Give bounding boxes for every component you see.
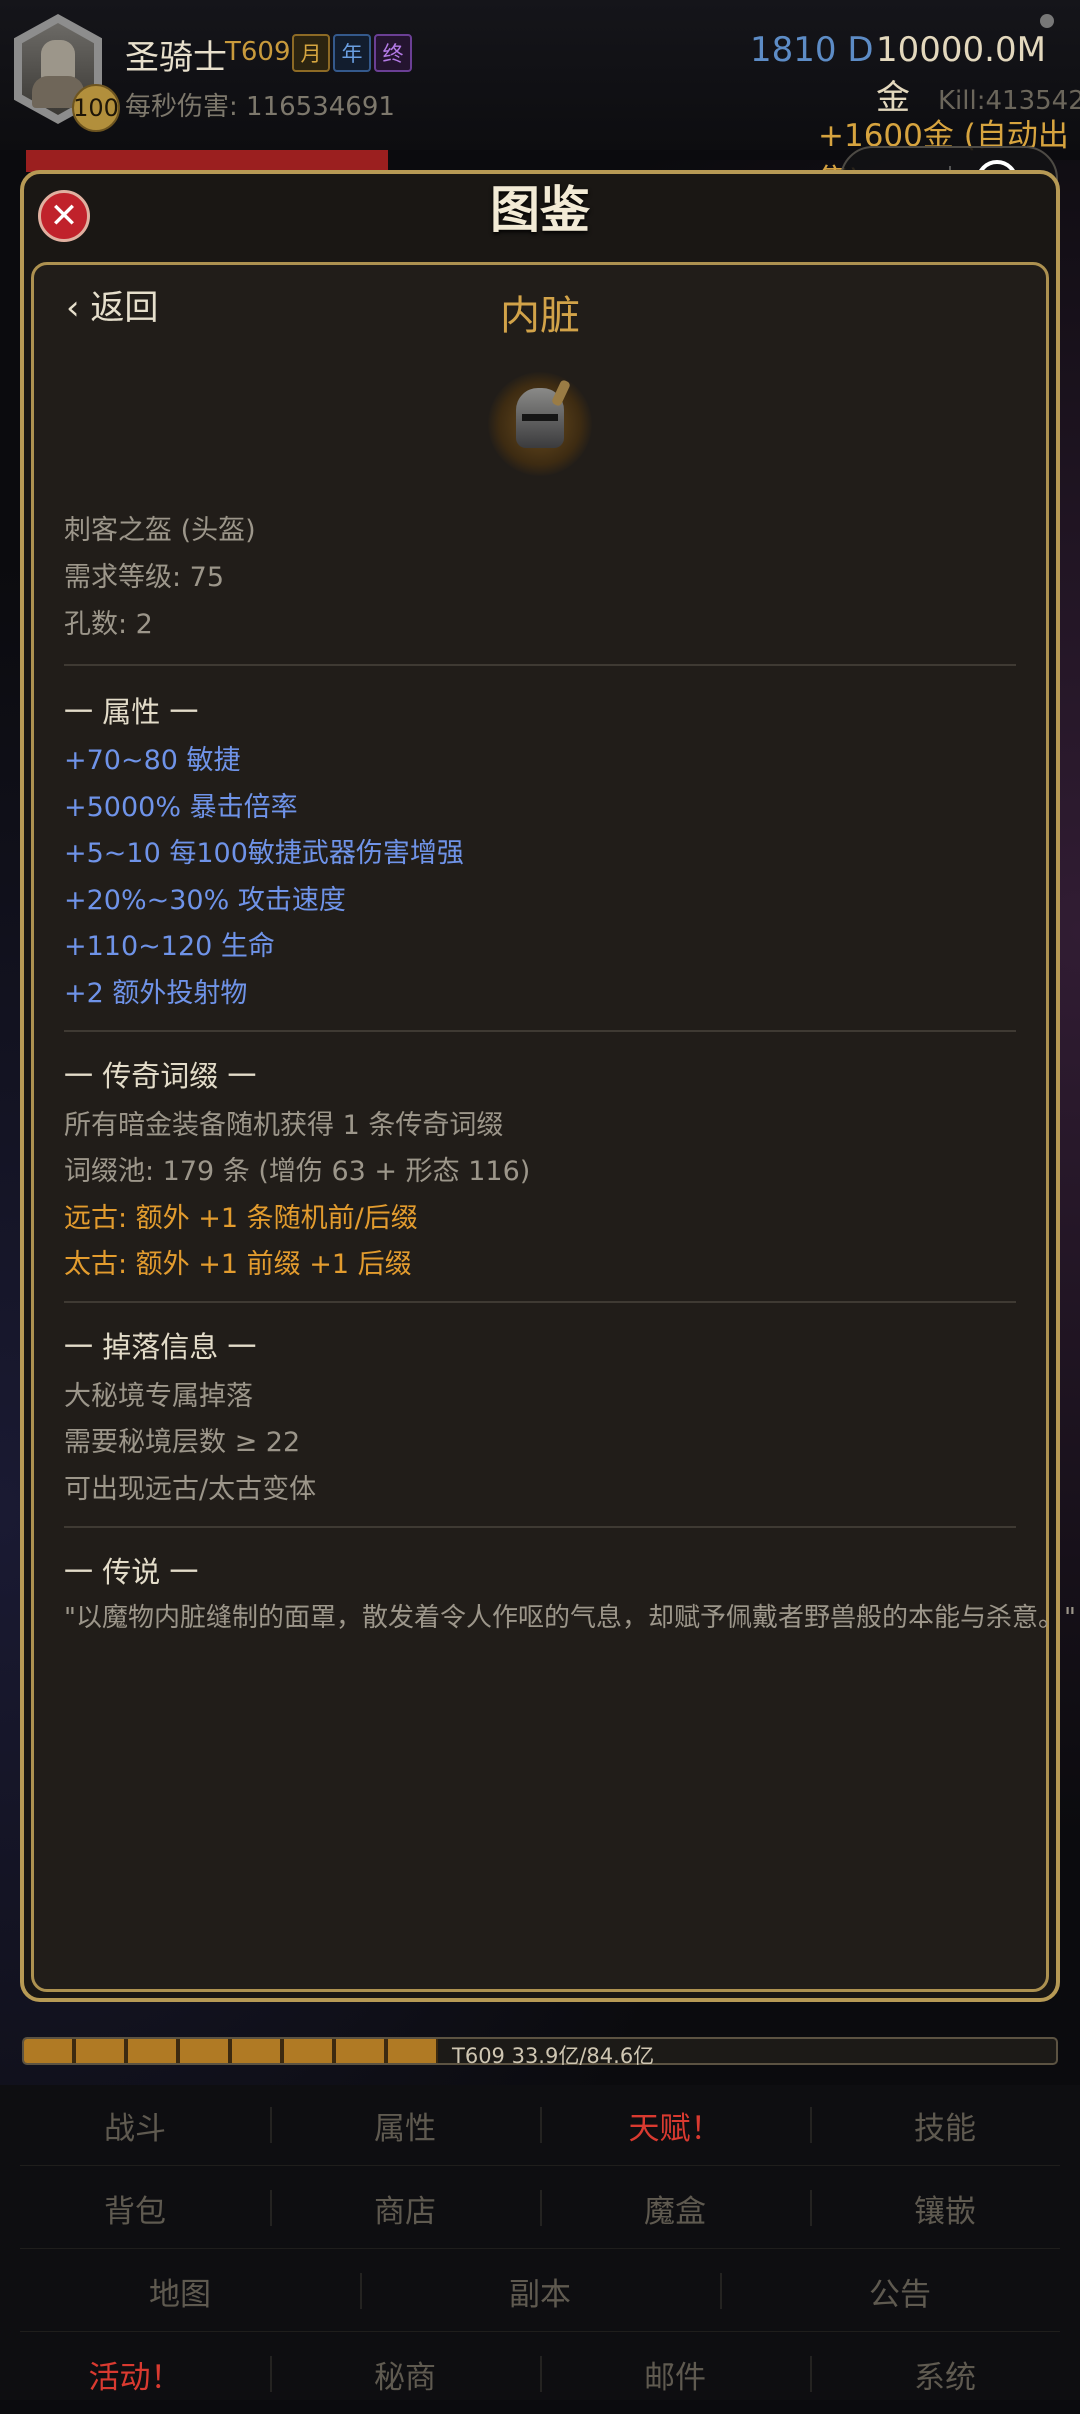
progress-label: T609 33.9亿/84.6亿 (452, 2044, 655, 2068)
drop-line: 大秘境专属掉落 (64, 1381, 253, 1412)
ancient-line: 远古: 额外 +1 条随机前/后缀 (64, 1203, 418, 1234)
nav-system[interactable]: 系统 (810, 2334, 1080, 2414)
nav-skills[interactable]: 技能 (810, 2085, 1080, 2165)
item-name: 内脏 (500, 293, 580, 339)
attribute-line: +2 额外投射物 (64, 978, 248, 1009)
divider (64, 1301, 1016, 1303)
legendary-line: 词缀池: 179 条 (增伤 63 + 形态 116) (64, 1156, 531, 1187)
nav-battle[interactable]: 战斗 (0, 2085, 270, 2165)
character-name: 圣骑士 (125, 38, 227, 78)
attribute-line: +5~10 每100敏捷武器伤害增强 (64, 838, 464, 869)
nav-events[interactable]: 活动！ (0, 2334, 270, 2414)
attribute-line: +110~120 生命 (64, 931, 275, 962)
lore-heading: 一 传说 一 (64, 1555, 199, 1589)
required-level: 需求等级: 75 (64, 562, 225, 593)
nav-row-2: 背包 商店 魔盒 镶嵌 (0, 2168, 1080, 2248)
modal-title: 图鉴 (490, 181, 590, 239)
dps-readout: 每秒伤害: 116534691 (125, 92, 395, 122)
helmet-visor (522, 414, 558, 421)
drop-heading: 一 掉落信息 一 (64, 1330, 257, 1364)
nav-row-1: 战斗 属性 天赋！ 技能 (0, 2085, 1080, 2165)
attribute-line: +5000% 暴击倍率 (64, 792, 298, 823)
nav-dungeon[interactable]: 副本 (360, 2251, 720, 2331)
nav-magic-box[interactable]: 魔盒 (540, 2168, 810, 2248)
background-hp-bar (26, 150, 388, 172)
year-tag: 年 (333, 34, 371, 72)
level-badge: 100 (72, 84, 120, 132)
nav-secret-shop[interactable]: 秘商 (270, 2334, 540, 2414)
legendary-heading: 一 传奇词缀 一 (64, 1059, 257, 1093)
legendary-line: 所有暗金装备随机获得 1 条传奇词缀 (64, 1110, 504, 1141)
month-tag: 月 (292, 34, 330, 72)
nav-row-divider (20, 2331, 1060, 2332)
attribute-line: +20%~30% 攻击速度 (64, 885, 346, 916)
d-currency: 1810 D (750, 30, 874, 70)
nav-bag[interactable]: 背包 (0, 2168, 270, 2248)
nav-row-divider (20, 2248, 1060, 2249)
item-type: 刺客之盔 (头盔) (64, 515, 256, 546)
primal-line: 太古: 额外 +1 前缀 +1 后缀 (64, 1249, 412, 1280)
attribute-line: +70~80 敏捷 (64, 745, 241, 776)
divider (64, 1030, 1016, 1032)
status-dot (1040, 14, 1054, 28)
divider (64, 664, 1016, 666)
drop-line: 需要秘境层数 ≥ 22 (64, 1427, 301, 1458)
nav-row-divider (20, 2165, 1060, 2166)
final-tag: 终 (374, 34, 412, 72)
nav-inlay[interactable]: 镶嵌 (810, 2168, 1080, 2248)
nav-row-3: 地图 副本 公告 (0, 2251, 1080, 2331)
progress-fill (24, 2039, 438, 2063)
nav-row-4: 活动！ 秘商 邮件 系统 (0, 2334, 1080, 2414)
attributes-heading: 一 属性 一 (64, 695, 199, 729)
nav-attributes[interactable]: 属性 (270, 2085, 540, 2165)
drop-line: 可出现远古/太古变体 (64, 1474, 317, 1505)
nav-talent[interactable]: 天赋！ (540, 2085, 810, 2165)
nav-mail[interactable]: 邮件 (540, 2334, 810, 2414)
nav-shop[interactable]: 商店 (270, 2168, 540, 2248)
lore-text: "以魔物内脏缝制的面罩，散发着令人作呕的气息，却赋予佩戴者野兽般的本能与杀意。" (64, 1603, 1076, 1633)
tier-label: T609 (225, 37, 291, 67)
nav-map[interactable]: 地图 (0, 2251, 360, 2331)
close-button[interactable]: ✕ (38, 190, 90, 242)
socket-count: 孔数: 2 (64, 609, 153, 640)
top-header: 100 圣骑士 T609 月 年 终 每秒伤害: 116534691 1810 … (0, 0, 1080, 199)
divider (64, 1526, 1016, 1528)
nav-notice[interactable]: 公告 (720, 2251, 1080, 2331)
bottom-nav: 战斗 属性 天赋！ 技能 背包 商店 魔盒 镶嵌 地图 副本 公告 活动！ 秘商… (0, 2085, 1080, 2400)
